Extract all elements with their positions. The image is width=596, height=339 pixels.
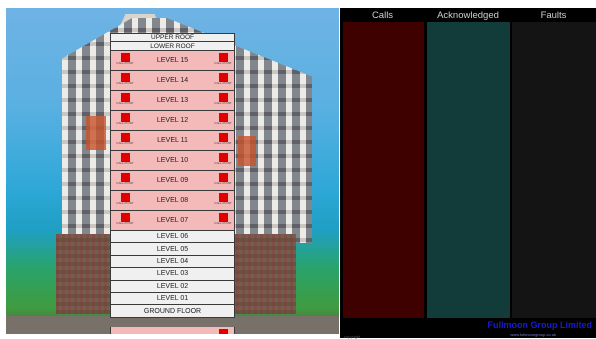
acknowledged-header[interactable]: Acknowledged xyxy=(425,8,511,22)
footer-note: copyright xyxy=(344,334,361,339)
floor-row[interactable]: BASEMENT 01CALL POINT xyxy=(110,327,235,334)
acknowledged-list[interactable] xyxy=(427,22,510,318)
floor-row[interactable]: LEVEL 06 xyxy=(110,231,235,244)
alarm-device-right-icon[interactable]: CALL POINT xyxy=(214,133,232,146)
floor-row[interactable]: LEVEL 11 CALL POINT CALL POINT xyxy=(110,131,235,151)
floor-label: LEVEL 14 xyxy=(156,77,189,84)
facade-accent xyxy=(238,136,256,166)
calls-list[interactable] xyxy=(343,22,424,318)
alarm-device-left-icon[interactable]: CALL POINT xyxy=(116,73,134,86)
floor-row[interactable]: LOWER ROOF xyxy=(110,42,235,51)
alarm-square-icon xyxy=(218,329,228,334)
device-caption: CALL POINT xyxy=(116,61,134,65)
floor-label: LEVEL 11 xyxy=(157,137,188,144)
device-caption: CALL POINT xyxy=(116,81,134,85)
alarm-device-left-icon[interactable]: CALL POINT xyxy=(116,93,134,106)
alarm-device-left-icon[interactable]: CALL POINT xyxy=(116,113,134,126)
device-caption: CALL POINT xyxy=(116,101,134,105)
building-panel: UPPER ROOF LOWER ROOF LEVEL 15 CALL POINT CA… xyxy=(6,8,339,334)
device-caption: CALL POINT xyxy=(116,221,134,225)
floor-label: LEVEL 05 xyxy=(156,245,189,253)
alarm-device-right-icon[interactable]: CALL POINT xyxy=(214,153,232,166)
alarm-device-left-icon[interactable]: CALL POINT xyxy=(116,133,134,146)
alarm-device-right-icon[interactable]: CALL POINT xyxy=(214,113,232,126)
device-caption: CALL POINT xyxy=(214,121,232,125)
device-caption: CALL POINT xyxy=(214,221,232,225)
device-caption: CALL POINT xyxy=(116,201,134,205)
floor-label: LEVEL 13 xyxy=(156,97,189,104)
floor-label: LEVEL 09 xyxy=(156,177,189,184)
alarm-device-right-icon[interactable]: CALL POINT xyxy=(214,93,232,106)
device-caption: CALL POINT xyxy=(214,61,232,65)
floor-row[interactable]: LEVEL 07 CALL POINT CALL POINT xyxy=(110,211,235,231)
floor-row[interactable]: LEVEL 14 CALL POINT CALL POINT xyxy=(110,71,235,91)
floor-row[interactable]: LEVEL 15 CALL POINT CALL POINT xyxy=(110,51,235,71)
floor-row[interactable]: LEVEL 10 CALL POINT CALL POINT xyxy=(110,151,235,171)
alarm-device-left-icon[interactable]: CALL POINT xyxy=(116,213,134,226)
status-panel: Calls Acknowledged Faults Fullmoon Group… xyxy=(340,8,596,339)
floor-row[interactable]: LEVEL 01 xyxy=(110,292,235,306)
faults-header[interactable]: Faults xyxy=(511,8,596,22)
device-caption: CALL POINT xyxy=(214,161,232,165)
device-caption: CALL POINT xyxy=(116,121,134,125)
floor-row[interactable]: LEVEL 08 CALL POINT CALL POINT xyxy=(110,191,235,211)
floor-row[interactable]: LEVEL 12 CALL POINT CALL POINT xyxy=(110,111,235,131)
floor-row[interactable]: LEVEL 13 CALL POINT CALL POINT xyxy=(110,91,235,111)
floor-label: LEVEL 08 xyxy=(156,197,189,204)
floor-label: UPPER ROOF xyxy=(151,34,194,41)
floor-label: LOWER ROOF xyxy=(150,42,195,50)
faults-list[interactable] xyxy=(512,22,596,318)
device-caption: CALL POINT xyxy=(214,101,232,105)
alarm-device-right-icon[interactable]: CALL POINT xyxy=(214,53,232,66)
alarm-device-right-icon[interactable]: CALL POINT xyxy=(214,73,232,86)
alarm-device-left-icon[interactable]: CALL POINT xyxy=(116,173,134,186)
alarm-device-left-icon[interactable]: CALL POINT xyxy=(116,53,134,66)
device-caption: CALL POINT xyxy=(214,201,232,205)
floor-row[interactable]: GROUND FLOOR xyxy=(110,305,235,319)
floor-label: LEVEL 12 xyxy=(156,117,189,124)
floor-label: LEVEL 06 xyxy=(156,233,189,241)
floor-row[interactable]: LEVEL 05 xyxy=(110,243,235,256)
floor-label: LEVEL 03 xyxy=(156,270,189,278)
floor-row[interactable]: LEVEL 03 xyxy=(110,268,235,281)
alarm-device-right-icon[interactable]: CALL POINT xyxy=(214,193,232,206)
calls-header[interactable]: Calls xyxy=(340,8,425,22)
floor-gap xyxy=(110,318,235,327)
floor-row[interactable]: LEVEL 04 xyxy=(110,255,235,269)
floor-row[interactable]: LEVEL 02 xyxy=(110,280,235,293)
alarm-device-right-icon[interactable]: CALL POINT xyxy=(214,213,232,226)
device-caption: CALL POINT xyxy=(214,81,232,85)
alarm-device-left-icon[interactable]: CALL POINT xyxy=(116,153,134,166)
floor-label: LEVEL 07 xyxy=(156,217,189,224)
floor-stack: UPPER ROOF LOWER ROOF LEVEL 15 CALL POINT CA… xyxy=(110,33,235,334)
floor-label: GROUND FLOOR xyxy=(143,307,202,315)
brand-logo-text: Fullmoon Group Limited xyxy=(487,320,593,330)
floor-label: LEVEL 04 xyxy=(156,257,189,265)
device-caption: CALL POINT xyxy=(116,161,134,165)
floor-row[interactable]: UPPER ROOF xyxy=(110,33,235,42)
alarm-device-right-icon[interactable]: CALL POINT xyxy=(215,329,231,334)
floor-label: LEVEL 10 xyxy=(156,157,189,164)
floor-label: LEVEL 02 xyxy=(156,282,189,290)
device-caption: CALL POINT xyxy=(116,181,134,185)
device-caption: CALL POINT xyxy=(214,181,232,185)
device-caption: CALL POINT xyxy=(214,141,232,145)
facade-accent xyxy=(86,116,106,150)
alarm-device-left-icon[interactable]: CALL POINT xyxy=(116,193,134,206)
device-caption: CALL POINT xyxy=(116,141,134,145)
floor-row[interactable]: LEVEL 09 CALL POINT CALL POINT xyxy=(110,171,235,191)
floor-label: LEVEL 15 xyxy=(156,57,189,64)
alarm-device-right-icon[interactable]: CALL POINT xyxy=(214,173,232,186)
floor-label: LEVEL 01 xyxy=(156,295,189,303)
brand-website: www.fullmoongroup.co.uk xyxy=(510,332,556,337)
